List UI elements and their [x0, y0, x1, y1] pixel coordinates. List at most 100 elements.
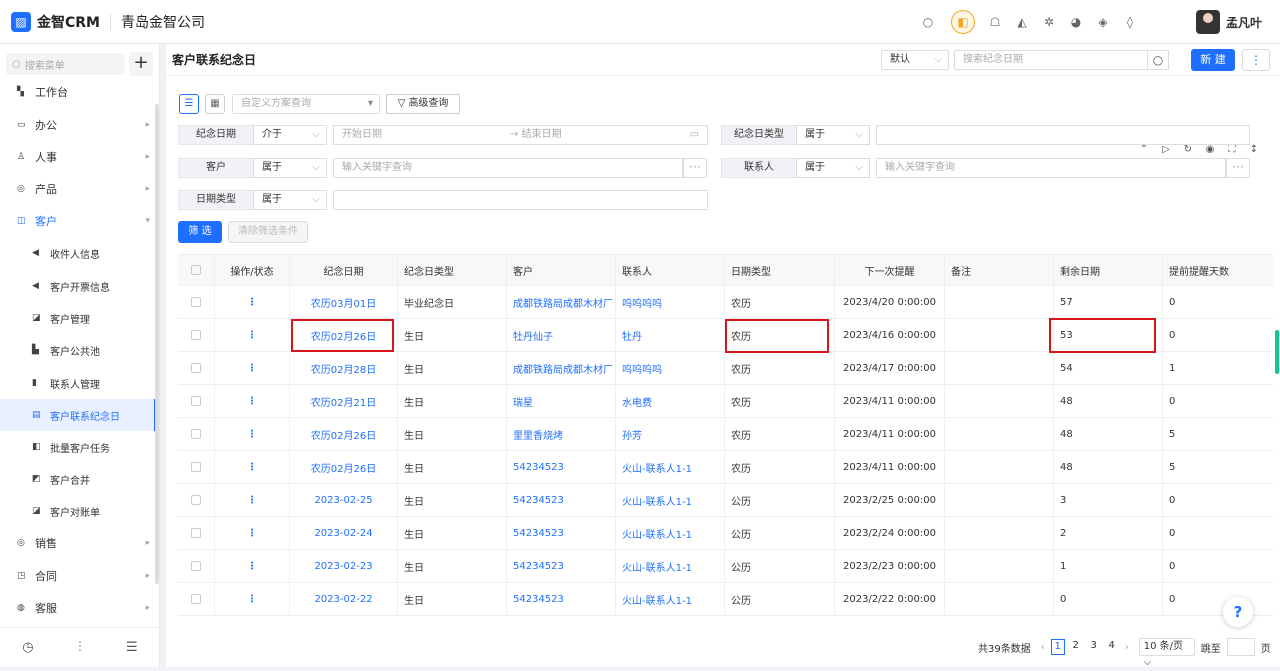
view-select[interactable]: 默认 ⌵: [881, 50, 949, 70]
more-vertical-icon[interactable]: ⋮: [247, 363, 257, 374]
cell-contact[interactable]: 呜呜呜呜: [616, 286, 725, 318]
row-select[interactable]: [178, 583, 215, 615]
settings-sliders-icon[interactable]: ⫶: [78, 640, 81, 655]
sidebar-item-statement[interactable]: ◪ 客户对账单: [0, 495, 156, 527]
more-vertical-icon[interactable]: ⋮: [247, 495, 257, 506]
row-actions[interactable]: ⋮: [215, 451, 290, 483]
checkbox[interactable]: [191, 429, 201, 439]
sidebar-item-workbench[interactable]: ▚ 工作台: [0, 76, 156, 108]
bell-icon[interactable]: ◭: [1010, 10, 1034, 34]
advanced-search-button[interactable]: ▽ 高级查询: [386, 94, 460, 114]
page-4[interactable]: 4: [1105, 639, 1119, 655]
chevron-left-icon[interactable]: ‹: [1041, 642, 1045, 653]
sidebar-item-merge[interactable]: ◩ 客户合并: [0, 463, 156, 495]
cell-contact[interactable]: 孙芳: [616, 418, 725, 450]
search-button[interactable]: ○: [1147, 50, 1169, 70]
cell-date[interactable]: 农历02月21日: [290, 385, 398, 417]
checkbox[interactable]: [191, 462, 201, 472]
cell-contact[interactable]: 火山-联系人1-1: [616, 583, 725, 615]
more-vertical-icon[interactable]: ⋮: [247, 297, 257, 308]
filter-op-contact[interactable]: 属于 ⌵: [796, 158, 870, 178]
sidebar-item-invoice[interactable]: ◀ 客户开票信息: [0, 270, 156, 302]
filter-op-date-type[interactable]: 属于 ⌵: [253, 190, 327, 210]
search-icon[interactable]: ○: [916, 10, 940, 34]
cell-contact[interactable]: 火山-联系人1-1: [616, 484, 725, 516]
pie-chart-icon[interactable]: ◕: [1064, 10, 1088, 34]
cell-contact[interactable]: 呜呜呜呜: [616, 352, 725, 384]
cell-contact[interactable]: 牡丹: [616, 319, 725, 351]
cell-customer[interactable]: 牡丹仙子: [507, 319, 616, 351]
row-actions[interactable]: ⋮: [215, 286, 290, 318]
cell-customer[interactable]: 成都铁路局成都木材厂: [507, 286, 616, 318]
cell-customer[interactable]: 里里香烧烤: [507, 418, 616, 450]
sidebar-item-product[interactable]: ◎ 产品 ▸: [0, 173, 156, 205]
sidebar-item-batch-task[interactable]: ◧ 批量客户任务: [0, 431, 156, 463]
sidebar-item-office[interactable]: ▭ 办公 ▸: [0, 109, 156, 141]
brand-name[interactable]: 金智CRM: [37, 12, 100, 32]
cell-customer[interactable]: 54234523: [507, 517, 616, 549]
cell-contact[interactable]: 火山-联系人1-1: [616, 517, 725, 549]
checkbox[interactable]: [191, 363, 201, 373]
date-range-input[interactable]: 开始日期 → 结束日期 ▭: [333, 125, 708, 145]
header-select-all[interactable]: [178, 255, 215, 285]
cell-contact[interactable]: 火山-联系人1-1: [616, 550, 725, 582]
row-actions[interactable]: ⋮: [215, 418, 290, 450]
scheme-select[interactable]: 自定义方案查询 ▾: [232, 94, 380, 114]
cell-date[interactable]: 农历02月28日: [290, 352, 398, 384]
cell-date[interactable]: 2023-02-23: [290, 550, 398, 582]
cell-customer[interactable]: 54234523: [507, 583, 616, 615]
contacts-icon[interactable]: ☖: [983, 10, 1007, 34]
filter-op-customer[interactable]: 属于 ⌵: [253, 158, 327, 178]
contact-picker-button[interactable]: ···: [1226, 158, 1250, 178]
cell-contact[interactable]: 火山-联系人1-1: [616, 451, 725, 483]
filter-button[interactable]: 筛 选: [178, 221, 222, 243]
customer-input[interactable]: 输入关键字查询: [333, 158, 683, 178]
add-menu-button[interactable]: +: [129, 52, 153, 76]
more-vertical-icon[interactable]: ⋮: [247, 396, 257, 407]
customer-picker-button[interactable]: ···: [683, 158, 707, 178]
company-name[interactable]: 青岛金智公司: [121, 12, 205, 32]
density-icon[interactable]: ↕: [1243, 144, 1265, 155]
cell-date[interactable]: 农历02月26日: [290, 418, 398, 450]
row-select[interactable]: [178, 319, 215, 351]
row-actions[interactable]: ⋮: [215, 484, 290, 516]
row-select[interactable]: [178, 286, 215, 318]
checkbox[interactable]: [191, 561, 201, 571]
more-vertical-icon[interactable]: ⋮: [247, 561, 257, 572]
checkbox[interactable]: [191, 330, 201, 340]
sidebar-scrollbar[interactable]: [155, 104, 159, 584]
header-cell[interactable]: 纪念日类型: [398, 255, 507, 285]
row-select[interactable]: [178, 385, 215, 417]
avatar[interactable]: [1196, 10, 1220, 34]
date-search-input[interactable]: 搜索纪念日期: [954, 50, 1148, 70]
more-button[interactable]: ⋮: [1242, 49, 1270, 71]
jump-input[interactable]: [1226, 638, 1255, 656]
header-cell[interactable]: 纪念日期: [290, 255, 398, 285]
cell-customer[interactable]: 54234523: [507, 484, 616, 516]
checkbox[interactable]: [191, 396, 201, 406]
row-actions[interactable]: ⋮: [215, 517, 290, 549]
sidebar-item-public-pool[interactable]: ▙ 客户公共池: [0, 334, 156, 366]
row-select[interactable]: [178, 352, 215, 384]
collapse-up-icon[interactable]: ⌃: [1133, 144, 1155, 155]
cell-date[interactable]: 2023-02-25: [290, 484, 398, 516]
more-vertical-icon[interactable]: ⋮: [247, 528, 257, 539]
fullscreen-icon[interactable]: ⛶: [1221, 144, 1243, 155]
sidebar-item-contract[interactable]: ◳ 合同 ▸: [0, 560, 156, 592]
row-select[interactable]: [178, 484, 215, 516]
cell-customer[interactable]: 54234523: [507, 550, 616, 582]
sidebar-item-customer-manage[interactable]: ◪ 客户管理: [0, 302, 156, 334]
row-actions[interactable]: ⋮: [215, 385, 290, 417]
collapse-menu-icon[interactable]: ☰: [126, 640, 138, 655]
more-vertical-icon[interactable]: ⋮: [247, 330, 257, 341]
header-cell[interactable]: 客户: [507, 255, 616, 285]
row-select[interactable]: [178, 451, 215, 483]
more-vertical-icon[interactable]: ⋮: [247, 462, 257, 473]
shield-icon[interactable]: ◈: [1091, 10, 1115, 34]
cell-customer[interactable]: 成都铁路局成都木材厂: [507, 352, 616, 384]
sidebar-item-contacts[interactable]: ▮ 联系人管理: [0, 367, 156, 399]
header-cell[interactable]: 备注: [945, 255, 1054, 285]
header-cell[interactable]: 联系人: [616, 255, 725, 285]
cell-date[interactable]: 农历02月26日: [290, 451, 398, 483]
sidebar-item-hr[interactable]: ♙ 人事 ▸: [0, 141, 156, 173]
